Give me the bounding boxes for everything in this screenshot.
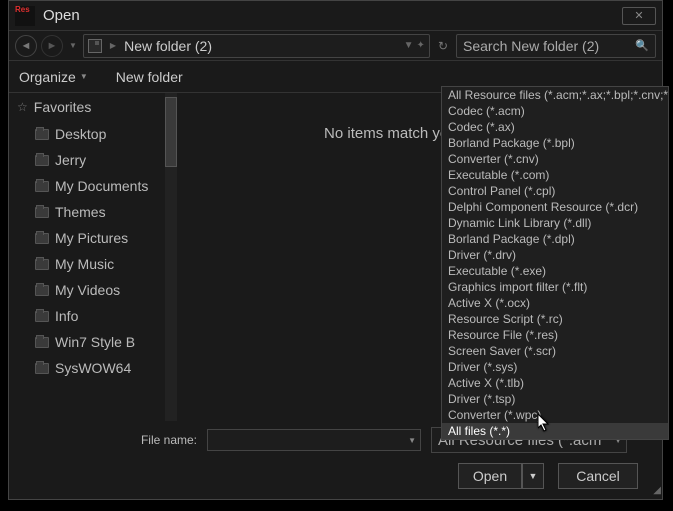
scrollbar-thumb[interactable] [165,97,177,167]
filetype-option[interactable]: Resource File (*.res) [442,327,668,343]
sidebar-item[interactable]: My Videos [9,277,177,303]
sidebar-item-label: Jerry [55,152,86,168]
sidebar-item[interactable]: Desktop [9,121,177,147]
search-icon: 🔍 [635,39,649,52]
open-button[interactable]: Open [458,463,522,489]
folder-icon [35,155,49,166]
sidebar-item-label: Desktop [55,126,106,142]
chevron-down-icon[interactable]: ▼ [404,40,414,51]
navbar: ◄ ► ▼ ▶ New folder (2) ▼✦ ↻ Search New f… [9,31,662,61]
nav-forward-button: ► [41,35,63,57]
sidebar-item[interactable]: Info [9,303,177,329]
filetype-option[interactable]: Driver (*.tsp) [442,391,668,407]
filetype-option[interactable]: Resource Script (*.rc) [442,311,668,327]
filetype-option[interactable]: Control Panel (*.cpl) [442,183,668,199]
sidebar-item-label: My Pictures [55,230,128,246]
filetype-option[interactable]: Codec (*.acm) [442,103,668,119]
filetype-option[interactable]: Codec (*.ax) [442,119,668,135]
sidebar-item[interactable]: My Pictures [9,225,177,251]
filetype-option[interactable]: Dynamic Link Library (*.dll) [442,215,668,231]
search-input[interactable]: Search New folder (2) 🔍 [456,34,656,58]
search-placeholder: Search New folder (2) [463,38,599,54]
close-button[interactable]: ✕ [622,7,656,25]
chevron-down-icon: ▼ [80,72,88,81]
app-icon: Res [15,6,35,26]
filetype-option[interactable]: Converter (*.cnv) [442,151,668,167]
filetype-option[interactable]: Active X (*.ocx) [442,295,668,311]
sidebar-item[interactable]: SysWOW64 [9,355,177,381]
folder-icon [35,311,49,322]
filetype-option[interactable]: Delphi Component Resource (*.dcr) [442,199,668,215]
folder-icon [35,233,49,244]
new-folder-button[interactable]: New folder [116,69,183,85]
folder-icon [35,285,49,296]
sidebar: ☆ Favorites Desktop Jerry My Documents Them… [9,93,177,421]
star-icon[interactable]: ✦ [417,40,425,51]
filetype-option[interactable]: Converter (*.wpc) [442,407,668,423]
breadcrumb[interactable]: ▶ New folder (2) ▼✦ [83,34,430,58]
sidebar-item[interactable]: Win7 Style B [9,329,177,355]
filetype-option[interactable]: Executable (*.exe) [442,263,668,279]
chevron-down-icon[interactable]: ▼ [408,436,416,445]
filetype-option[interactable]: Screen Saver (*.scr) [442,343,668,359]
folder-icon [35,207,49,218]
open-dropdown-button[interactable]: ▼ [522,463,544,489]
filetype-option[interactable]: Borland Package (*.bpl) [442,135,668,151]
filetype-option[interactable]: Active X (*.tlb) [442,375,668,391]
filetype-dropdown[interactable]: All Resource files (*.acm;*.ax;*.bpl;*.c… [441,86,669,440]
sidebar-item-label: Themes [55,204,106,220]
favorites-header[interactable]: ☆ Favorites [9,93,177,121]
star-icon: ☆ [17,100,28,114]
nav-back-button[interactable]: ◄ [15,35,37,57]
sidebar-item-label: Info [55,308,78,324]
chevron-right-icon[interactable]: ▶ [110,41,116,50]
sidebar-item-label: SysWOW64 [55,360,131,376]
filetype-option[interactable]: Driver (*.sys) [442,359,668,375]
sidebar-item[interactable]: Jerry [9,147,177,173]
cancel-button[interactable]: Cancel [558,463,638,489]
titlebar: Res Open ✕ [9,1,662,31]
filetype-option[interactable]: Borland Package (*.dpl) [442,231,668,247]
folder-icon [35,259,49,270]
filetype-option[interactable]: All Resource files (*.acm;*.ax;*.bpl;*.c… [442,87,668,103]
window-title: Open [43,7,622,24]
sidebar-item[interactable]: My Documents [9,173,177,199]
refresh-button[interactable]: ↻ [438,39,448,53]
sidebar-item[interactable]: Themes [9,199,177,225]
nav-history-dropdown[interactable]: ▼ [69,41,77,50]
sidebar-item-label: Win7 Style B [55,334,135,350]
folder-icon [35,363,49,374]
filetype-option[interactable]: All files (*.*) [442,423,668,439]
filetype-option[interactable]: Graphics import filter (*.flt) [442,279,668,295]
folder-icon [35,129,49,140]
filename-label: File name: [27,433,197,447]
sidebar-item-label: My Documents [55,178,148,194]
organize-menu[interactable]: Organize ▼ [19,69,88,85]
breadcrumb-location[interactable]: New folder (2) [124,38,212,54]
folder-icon [35,181,49,192]
folder-icon [35,337,49,348]
filetype-option[interactable]: Executable (*.com) [442,167,668,183]
filename-input[interactable]: ▼ [207,429,421,451]
resize-grip[interactable]: ◢ [653,485,659,496]
filetype-option[interactable]: Driver (*.drv) [442,247,668,263]
sidebar-item[interactable]: My Music [9,251,177,277]
sidebar-item-label: My Music [55,256,114,272]
sidebar-item-label: My Videos [55,282,120,298]
folder-icon [88,39,102,53]
